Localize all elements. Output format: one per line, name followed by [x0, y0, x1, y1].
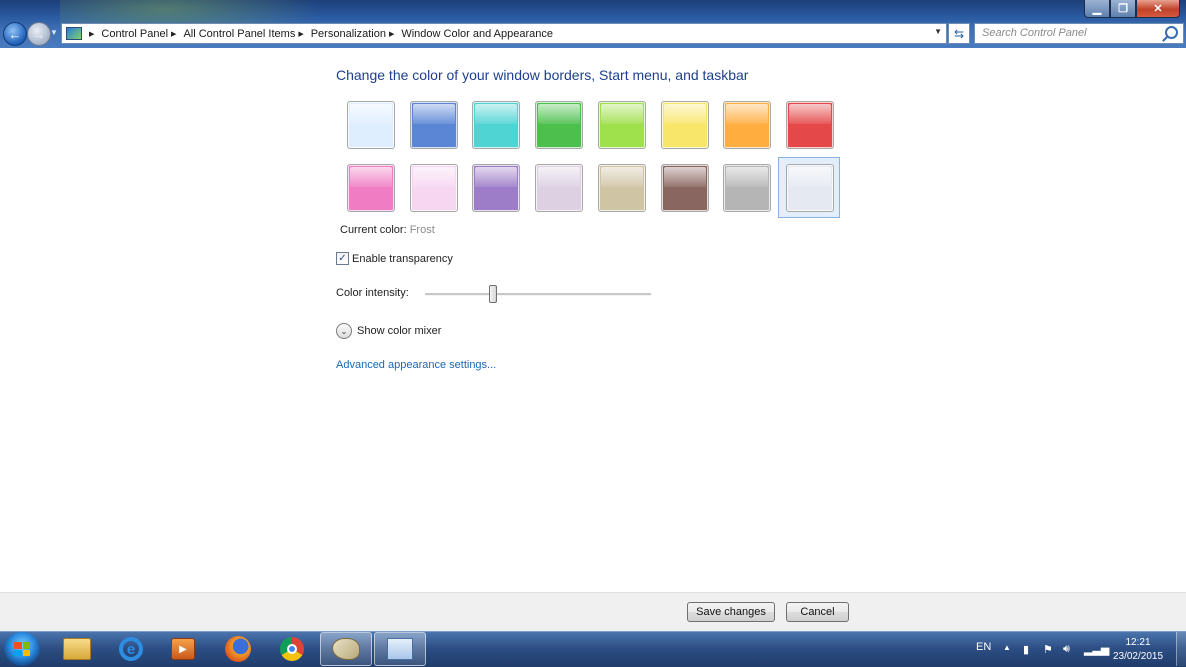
refresh-icon: ⇆ — [953, 26, 965, 41]
color-intensity-slider[interactable] — [425, 293, 651, 296]
maximize-button[interactable]: ❐ — [1110, 0, 1136, 18]
chevron-right-icon[interactable]: ▶ — [389, 30, 394, 38]
breadcrumb-window-color[interactable]: Window Color and Appearance — [401, 28, 553, 40]
internet-explorer-icon: e — [119, 637, 143, 661]
taskbar-explorer[interactable] — [51, 632, 103, 666]
chevron-right-icon[interactable]: ▶ — [298, 30, 303, 38]
color-swatch-blush[interactable] — [410, 164, 458, 212]
address-bar[interactable]: ▶ Control Panel ▶ All Control Panel Item… — [61, 23, 947, 44]
color-swatch-pumpkin[interactable] — [723, 101, 771, 149]
media-player-icon: ▶ — [171, 638, 195, 660]
breadcrumb-control-panel[interactable]: Control Panel — [101, 28, 168, 40]
show-color-mixer-label[interactable]: Show color mixer — [357, 325, 441, 337]
search-box[interactable] — [974, 23, 1184, 44]
breadcrumb-all-items[interactable]: All Control Panel Items — [183, 28, 295, 40]
system-clock[interactable]: 12:21 23/02/2015 — [1108, 636, 1168, 664]
cancel-button[interactable]: Cancel — [786, 602, 849, 622]
color-swatch-leaf[interactable] — [535, 101, 583, 149]
current-color-label: Current color: — [340, 224, 407, 236]
chrome-icon — [280, 637, 304, 661]
command-bar — [0, 592, 1186, 632]
network-signal-icon[interactable]: ▂▃▅ — [1084, 643, 1109, 656]
back-button[interactable]: ← — [3, 22, 27, 46]
color-swatch-fuchsia[interactable] — [347, 164, 395, 212]
close-button[interactable]: ✕ — [1136, 0, 1180, 18]
enable-transparency-checkbox[interactable]: ✓ — [336, 252, 349, 265]
color-intensity-slider-thumb[interactable] — [489, 285, 497, 303]
language-indicator[interactable]: EN — [976, 641, 991, 653]
window-controls: ▁ ❐ ✕ — [1084, 0, 1180, 18]
show-desktop-button[interactable] — [1176, 632, 1186, 666]
control-panel-icon — [66, 27, 82, 40]
current-color-value: Frost — [409, 224, 435, 236]
forward-button[interactable]: → — [27, 22, 51, 46]
show-hidden-icons-icon[interactable]: ▲ — [1003, 643, 1011, 652]
volume-icon[interactable]: 🔊︎ — [1063, 643, 1070, 656]
checkmark-icon: ✓ — [338, 253, 347, 264]
current-color: Current color: Frost — [340, 224, 435, 236]
color-swatch-taupe[interactable] — [598, 164, 646, 212]
color-swatch-lemon[interactable] — [661, 101, 709, 149]
clock-time: 12:21 — [1125, 637, 1151, 648]
arrow-left-icon: ← — [8, 26, 22, 42]
control-panel-icon — [387, 638, 413, 660]
enable-transparency-row[interactable]: ✓ Enable transparency — [336, 252, 453, 265]
color-swatch-lavender[interactable] — [535, 164, 583, 212]
firefox-icon — [225, 636, 251, 662]
taskbar-paint[interactable] — [320, 632, 372, 666]
expand-chevron-icon[interactable]: ⌄ — [336, 323, 352, 339]
enable-transparency-label[interactable]: Enable transparency — [352, 253, 453, 265]
color-swatch-sky[interactable] — [347, 101, 395, 149]
advanced-appearance-settings-link[interactable]: Advanced appearance settings... — [336, 359, 496, 371]
windows-logo-icon — [14, 642, 30, 656]
refresh-button[interactable]: ⇆ — [948, 23, 970, 44]
color-swatch-slate[interactable] — [723, 164, 771, 212]
breadcrumb: ▶ Control Panel ▶ All Control Panel Item… — [86, 28, 553, 40]
search-input[interactable] — [975, 24, 1162, 41]
save-changes-button[interactable]: Save changes — [687, 602, 775, 622]
color-swatch-frost[interactable] — [786, 164, 834, 212]
action-center-flag-icon[interactable]: ⚑ — [1043, 643, 1053, 656]
color-swatch-sea[interactable] — [472, 101, 520, 149]
taskbar-control-panel[interactable] — [374, 632, 426, 666]
clock-date: 23/02/2015 — [1112, 651, 1164, 662]
color-intensity-label: Color intensity: — [336, 287, 409, 299]
taskbar-internet-explorer[interactable]: e — [105, 632, 157, 666]
page-title: Change the color of your window borders,… — [336, 67, 749, 83]
taskbar-firefox[interactable] — [212, 632, 264, 666]
chevron-down-icon[interactable]: ▼ — [934, 27, 942, 36]
color-swatch-ruby[interactable] — [786, 101, 834, 149]
paint-icon — [332, 638, 360, 660]
show-color-mixer-row[interactable]: ⌄ Show color mixer — [336, 323, 441, 339]
chevron-right-icon[interactable]: ▶ — [171, 30, 176, 38]
chevron-right-icon[interactable]: ▶ — [89, 30, 94, 38]
search-icon[interactable] — [1165, 26, 1178, 39]
arrow-right-icon: → — [32, 26, 46, 42]
color-swatch-twilight[interactable] — [410, 101, 458, 149]
taskbar-chrome[interactable] — [266, 632, 318, 666]
color-swatch-chocolate[interactable] — [661, 164, 709, 212]
taskbar-media-player[interactable]: ▶ — [157, 632, 209, 666]
color-swatch-violet[interactable] — [472, 164, 520, 212]
recent-pages-dropdown[interactable]: ▼ — [50, 28, 58, 37]
color-swatch-lime[interactable] — [598, 101, 646, 149]
battery-icon[interactable]: ▮ — [1023, 643, 1029, 656]
minimize-button[interactable]: ▁ — [1084, 0, 1110, 18]
folder-icon — [63, 638, 91, 660]
breadcrumb-personalization[interactable]: Personalization — [311, 28, 386, 40]
